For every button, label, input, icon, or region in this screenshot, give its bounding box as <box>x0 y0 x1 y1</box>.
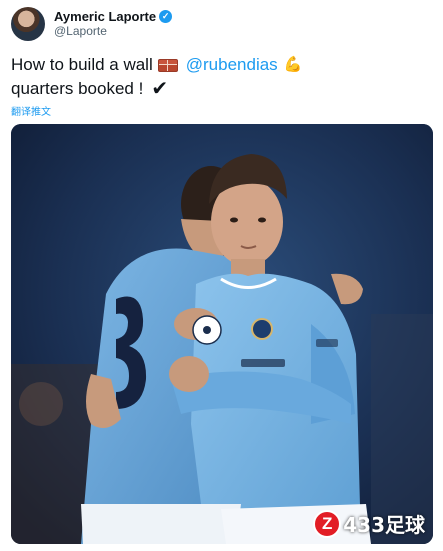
tweet-text: How to build a wall @rubendias 💪 quarter… <box>11 53 436 101</box>
user-info: Aymeric Laporte ✓ @Laporte <box>54 9 173 39</box>
watermark-text: 433足球 <box>343 513 425 537</box>
check-mark-icon: ✔ <box>151 78 169 100</box>
brick-emoji-icon <box>157 58 178 72</box>
tweet-header: Aymeric Laporte ✓ @Laporte <box>11 6 173 42</box>
verified-badge-icon: ✓ <box>159 10 173 23</box>
tweet-photo[interactable]: Z 433足球 <box>11 124 433 544</box>
display-name[interactable]: Aymeric Laporte <box>54 9 156 24</box>
watermark: Z 433足球 <box>313 509 425 538</box>
tweet-line-2: quarters booked ! ✔ <box>11 77 436 101</box>
name-row: Aymeric Laporte ✓ <box>54 9 173 24</box>
tweet-line-1-text: How to build a wall <box>11 55 153 74</box>
photo-illustration <box>11 124 433 544</box>
tweet-line-1: How to build a wall @rubendias 💪 <box>11 53 436 77</box>
avatar[interactable] <box>11 7 45 41</box>
mention-link[interactable]: @rubendias <box>186 53 278 77</box>
watermark-badge: Z <box>313 509 342 538</box>
user-handle[interactable]: @Laporte <box>54 24 172 39</box>
translate-tweet-link[interactable]: 翻译推文 <box>11 103 51 118</box>
tweet-line-2-text: quarters booked ! <box>11 79 144 98</box>
flexed-biceps-emoji-icon: 💪 <box>283 56 303 73</box>
